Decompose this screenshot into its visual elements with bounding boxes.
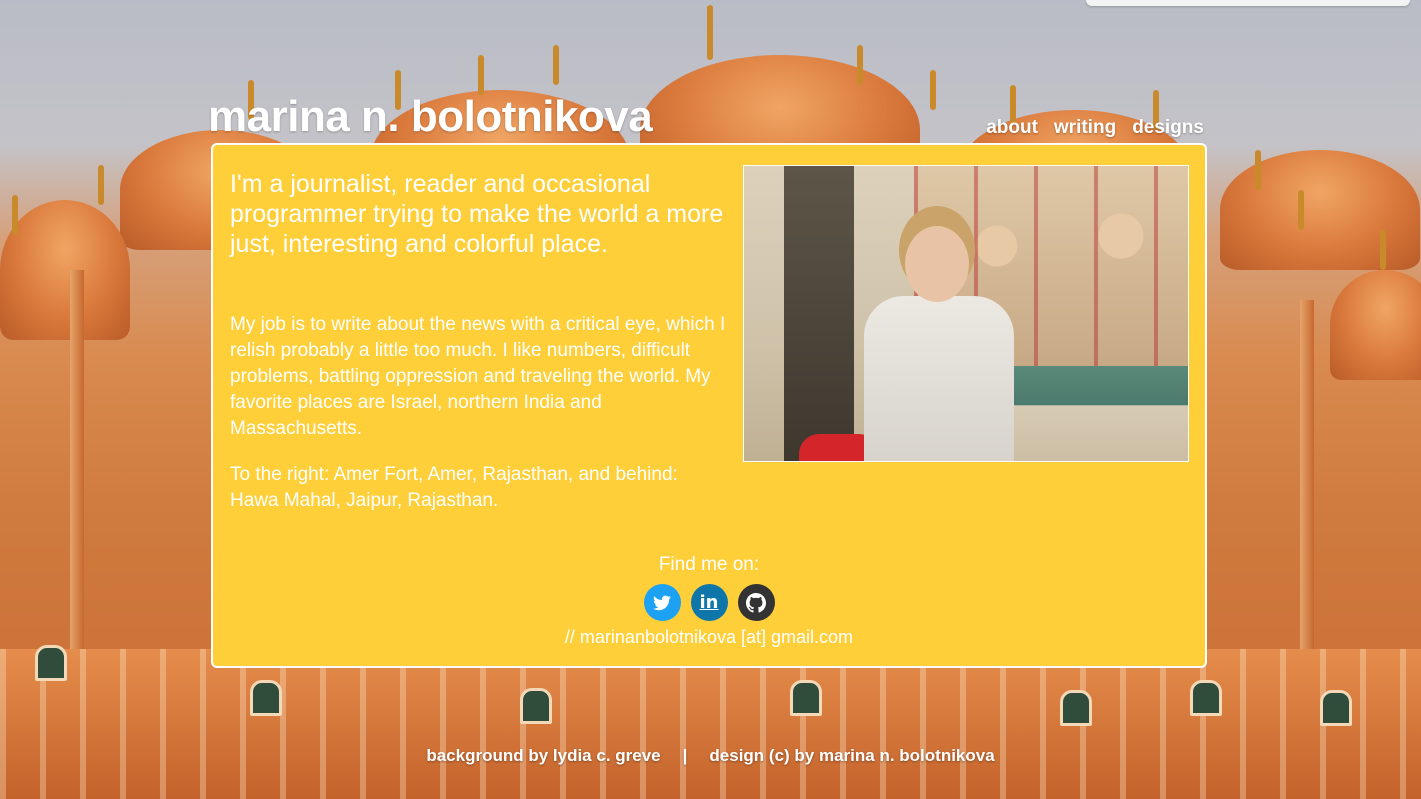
linkedin-icon[interactable]: in	[690, 584, 728, 621]
about-card: I'm a journalist, reader and occasional …	[211, 143, 1207, 668]
nav-link-writing[interactable]: writing	[1054, 117, 1116, 139]
main-nav: about writing designs	[986, 117, 1204, 139]
nav-link-designs[interactable]: designs	[1132, 117, 1204, 139]
twitter-icon[interactable]	[643, 584, 681, 621]
linkedin-glyph: in	[699, 592, 719, 613]
github-octocat-icon	[746, 592, 766, 613]
contact-email[interactable]: // marinanbolotnikova [at] gmail.com	[213, 627, 1205, 648]
social-links: in	[213, 584, 1205, 621]
footer-background-credit[interactable]: background by lydia c. greve	[426, 746, 660, 766]
footer: background by lydia c. greve | design (c…	[0, 746, 1421, 766]
twitter-bird-icon	[653, 595, 671, 610]
footer-separator: |	[682, 746, 688, 765]
profile-photo	[743, 165, 1189, 462]
footer-design-credit: design (c) by marina n. bolotnikova	[709, 746, 995, 765]
top-right-overlay-panel	[1086, 0, 1410, 6]
github-icon[interactable]	[737, 584, 775, 621]
find-me-label: Find me on:	[658, 554, 760, 575]
photo-caption-paragraph: To the right: Amer Fort, Amer, Rajasthan…	[230, 464, 678, 511]
bio-paragraph: My job is to write about the news with a…	[230, 314, 726, 439]
nav-link-about[interactable]: about	[986, 117, 1038, 139]
site-title[interactable]: marina n. bolotnikova	[208, 92, 653, 142]
intro-heading: I'm a journalist, reader and occasional …	[230, 170, 724, 258]
